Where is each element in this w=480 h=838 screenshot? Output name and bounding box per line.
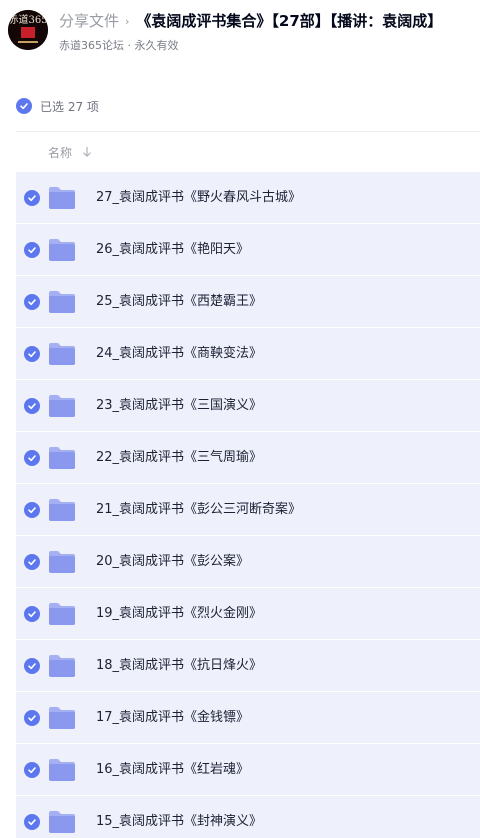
folder-icon: [49, 603, 75, 625]
breadcrumb-separator-icon: ›: [125, 15, 130, 28]
row-checkbox[interactable]: [24, 190, 40, 206]
checkmark-icon: [28, 299, 36, 306]
folder-icon: [49, 291, 75, 313]
row-checkbox[interactable]: [24, 242, 40, 258]
row-checkbox[interactable]: [24, 294, 40, 310]
file-name: 20_袁阔成评书《彭公案》: [96, 554, 250, 569]
file-row[interactable]: 25_袁阔成评书《西楚霸王》: [16, 276, 480, 328]
file-row[interactable]: 24_袁阔成评书《商鞅变法》: [16, 328, 480, 380]
file-row[interactable]: 17_袁阔成评书《金钱镖》: [16, 692, 480, 744]
file-name: 24_袁阔成评书《商鞅变法》: [96, 346, 263, 361]
row-checkbox[interactable]: [24, 814, 40, 830]
file-name: 21_袁阔成评书《彭公三河断奇案》: [96, 502, 302, 517]
file-name: 18_袁阔成评书《抗日烽火》: [96, 658, 263, 673]
checkmark-icon: [28, 247, 36, 254]
folder-icon: [49, 655, 75, 677]
selection-bar: 已选 27 项: [16, 96, 99, 116]
folder-icon: [49, 447, 75, 469]
file-row[interactable]: 27_袁阔成评书《野火春风斗古城》: [16, 172, 480, 224]
file-row[interactable]: 20_袁阔成评书《彭公案》: [16, 536, 480, 588]
file-name: 23_袁阔成评书《三国演义》: [96, 398, 263, 413]
folder-icon: [49, 187, 75, 209]
selection-count: 已选 27 项: [40, 99, 99, 114]
file-name: 27_袁阔成评书《野火春风斗古城》: [96, 190, 302, 205]
row-checkbox[interactable]: [24, 346, 40, 362]
checkmark-icon: [28, 455, 36, 462]
row-checkbox[interactable]: [24, 710, 40, 726]
file-row[interactable]: 21_袁阔成评书《彭公三河断奇案》: [16, 484, 480, 536]
folder-icon: [49, 499, 75, 521]
checkmark-icon: [28, 195, 36, 202]
select-all-checkbox[interactable]: [16, 98, 32, 114]
sort-down-arrow-icon[interactable]: [82, 146, 92, 158]
forum-logo-icon: 赤道365: [8, 10, 48, 50]
breadcrumb-root[interactable]: 分享文件: [59, 12, 119, 30]
column-header-name[interactable]: 名称: [48, 142, 92, 162]
file-row[interactable]: 23_袁阔成评书《三国演义》: [16, 380, 480, 432]
checkmark-icon: [28, 403, 36, 410]
folder-icon: [49, 343, 75, 365]
checkmark-icon: [28, 715, 36, 722]
share-subtitle: 赤道365论坛 · 永久有效: [59, 39, 179, 52]
row-checkbox[interactable]: [24, 762, 40, 778]
checkmark-icon: [20, 103, 28, 110]
file-name: 22_袁阔成评书《三气周瑜》: [96, 450, 263, 465]
column-header-label: 名称: [48, 145, 73, 160]
checkmark-icon: [28, 351, 36, 358]
row-checkbox[interactable]: [24, 554, 40, 570]
avatar-text: 赤道365: [8, 13, 47, 26]
row-checkbox[interactable]: [24, 658, 40, 674]
folder-icon: [49, 707, 75, 729]
share-header: 赤道365 分享文件 › 《袁阔成评书集合》【27部】【播讲：袁阔成】 赤道365论…: [0, 0, 480, 60]
file-row[interactable]: 15_袁阔成评书《封神演义》: [16, 796, 480, 838]
divider: [16, 131, 480, 132]
file-name: 25_袁阔成评书《西楚霸王》: [96, 294, 263, 309]
file-row[interactable]: 19_袁阔成评书《烈火金刚》: [16, 588, 480, 640]
row-checkbox[interactable]: [24, 606, 40, 622]
page-title: 《袁阔成评书集合》【27部】【播讲：袁阔成】: [136, 12, 443, 30]
file-row[interactable]: 16_袁阔成评书《红岩魂》: [16, 744, 480, 796]
breadcrumb: 分享文件 › 《袁阔成评书集合》【27部】【播讲：袁阔成】: [59, 10, 442, 34]
file-name: 17_袁阔成评书《金钱镖》: [96, 710, 250, 725]
row-checkbox[interactable]: [24, 502, 40, 518]
checkmark-icon: [28, 507, 36, 514]
file-list: 27_袁阔成评书《野火春风斗古城》 26_袁阔成评书《艳阳天》 25_袁阔成评书…: [16, 172, 480, 838]
row-checkbox[interactable]: [24, 450, 40, 466]
file-name: 16_袁阔成评书《红岩魂》: [96, 762, 250, 777]
checkmark-icon: [28, 611, 36, 618]
folder-icon: [49, 239, 75, 261]
file-name: 15_袁阔成评书《封神演义》: [96, 814, 263, 829]
file-row[interactable]: 22_袁阔成评书《三气周瑜》: [16, 432, 480, 484]
avatar[interactable]: 赤道365: [8, 10, 48, 50]
file-row[interactable]: 18_袁阔成评书《抗日烽火》: [16, 640, 480, 692]
file-name: 26_袁阔成评书《艳阳天》: [96, 242, 250, 257]
checkmark-icon: [28, 767, 36, 774]
folder-icon: [49, 551, 75, 573]
checkmark-icon: [28, 819, 36, 826]
checkmark-icon: [28, 559, 36, 566]
file-row[interactable]: 26_袁阔成评书《艳阳天》: [16, 224, 480, 276]
folder-icon: [49, 811, 75, 833]
folder-icon: [49, 759, 75, 781]
checkmark-icon: [28, 663, 36, 670]
row-checkbox[interactable]: [24, 398, 40, 414]
folder-icon: [49, 395, 75, 417]
file-name: 19_袁阔成评书《烈火金刚》: [96, 606, 263, 621]
